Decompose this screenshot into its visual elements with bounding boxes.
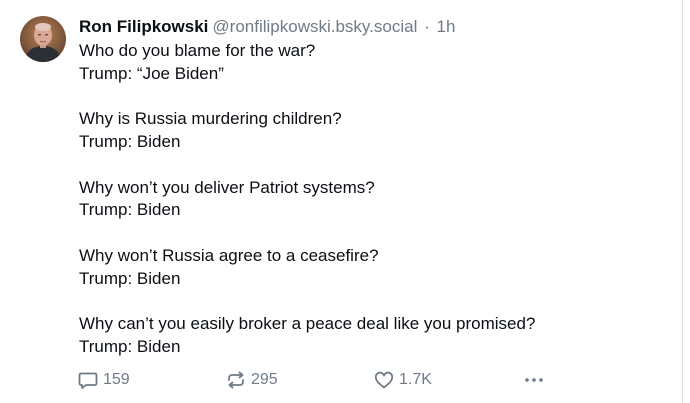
repost-arrows-icon bbox=[228, 371, 244, 389]
separator-dot: · bbox=[424, 17, 430, 36]
more-options-button[interactable] bbox=[523, 368, 545, 392]
post-text: Who do you blame for the war? Trump: “Jo… bbox=[79, 40, 669, 359]
repost-count: 295 bbox=[251, 371, 278, 388]
post-text-line: Trump: “Joe Biden” bbox=[79, 63, 224, 83]
avatar-image bbox=[20, 16, 66, 62]
post-text-line: Trump: Biden bbox=[79, 336, 181, 356]
post-text-line: Why can’t you easily broker a peace deal… bbox=[79, 314, 536, 333]
post-text-line: Trump: Biden bbox=[79, 132, 181, 151]
reply-button[interactable]: 159 bbox=[77, 368, 130, 392]
reply-count: 159 bbox=[103, 371, 130, 388]
ellipsis-icon bbox=[525, 378, 543, 382]
like-button[interactable]: 1.7K bbox=[373, 368, 432, 392]
post-text-line: Trump: Biden bbox=[79, 268, 181, 288]
author-display-name[interactable]: Ron Filipkowski bbox=[79, 17, 208, 36]
post-text-line: Trump: Biden bbox=[79, 200, 181, 220]
heart-icon bbox=[374, 371, 394, 389]
post-text-line: Why is Russia murdering children? bbox=[79, 109, 342, 129]
post-header: Ron Filipkowski @ronfilipkowski.bsky.soci… bbox=[79, 16, 455, 38]
repost-button[interactable]: 295 bbox=[225, 368, 278, 392]
like-count: 1.7K bbox=[399, 371, 432, 388]
post-card[interactable]: Ron Filipkowski @ronfilipkowski.bsky.soci… bbox=[0, 0, 683, 403]
post-timestamp[interactable]: 1h bbox=[437, 17, 456, 36]
author-handle[interactable]: @ronfilipkowski.bsky.social bbox=[212, 17, 417, 36]
post-actions: 159 295 1.7K bbox=[77, 368, 557, 392]
post-text-line: Why won’t Russia agree to a ceasefire? bbox=[79, 245, 379, 265]
avatar[interactable] bbox=[20, 16, 66, 62]
post-text-line: Who do you blame for the war? bbox=[79, 41, 316, 60]
post-text-line: Why won’t you deliver Patriot systems? bbox=[79, 177, 375, 197]
speech-bubble-icon bbox=[78, 372, 98, 389]
